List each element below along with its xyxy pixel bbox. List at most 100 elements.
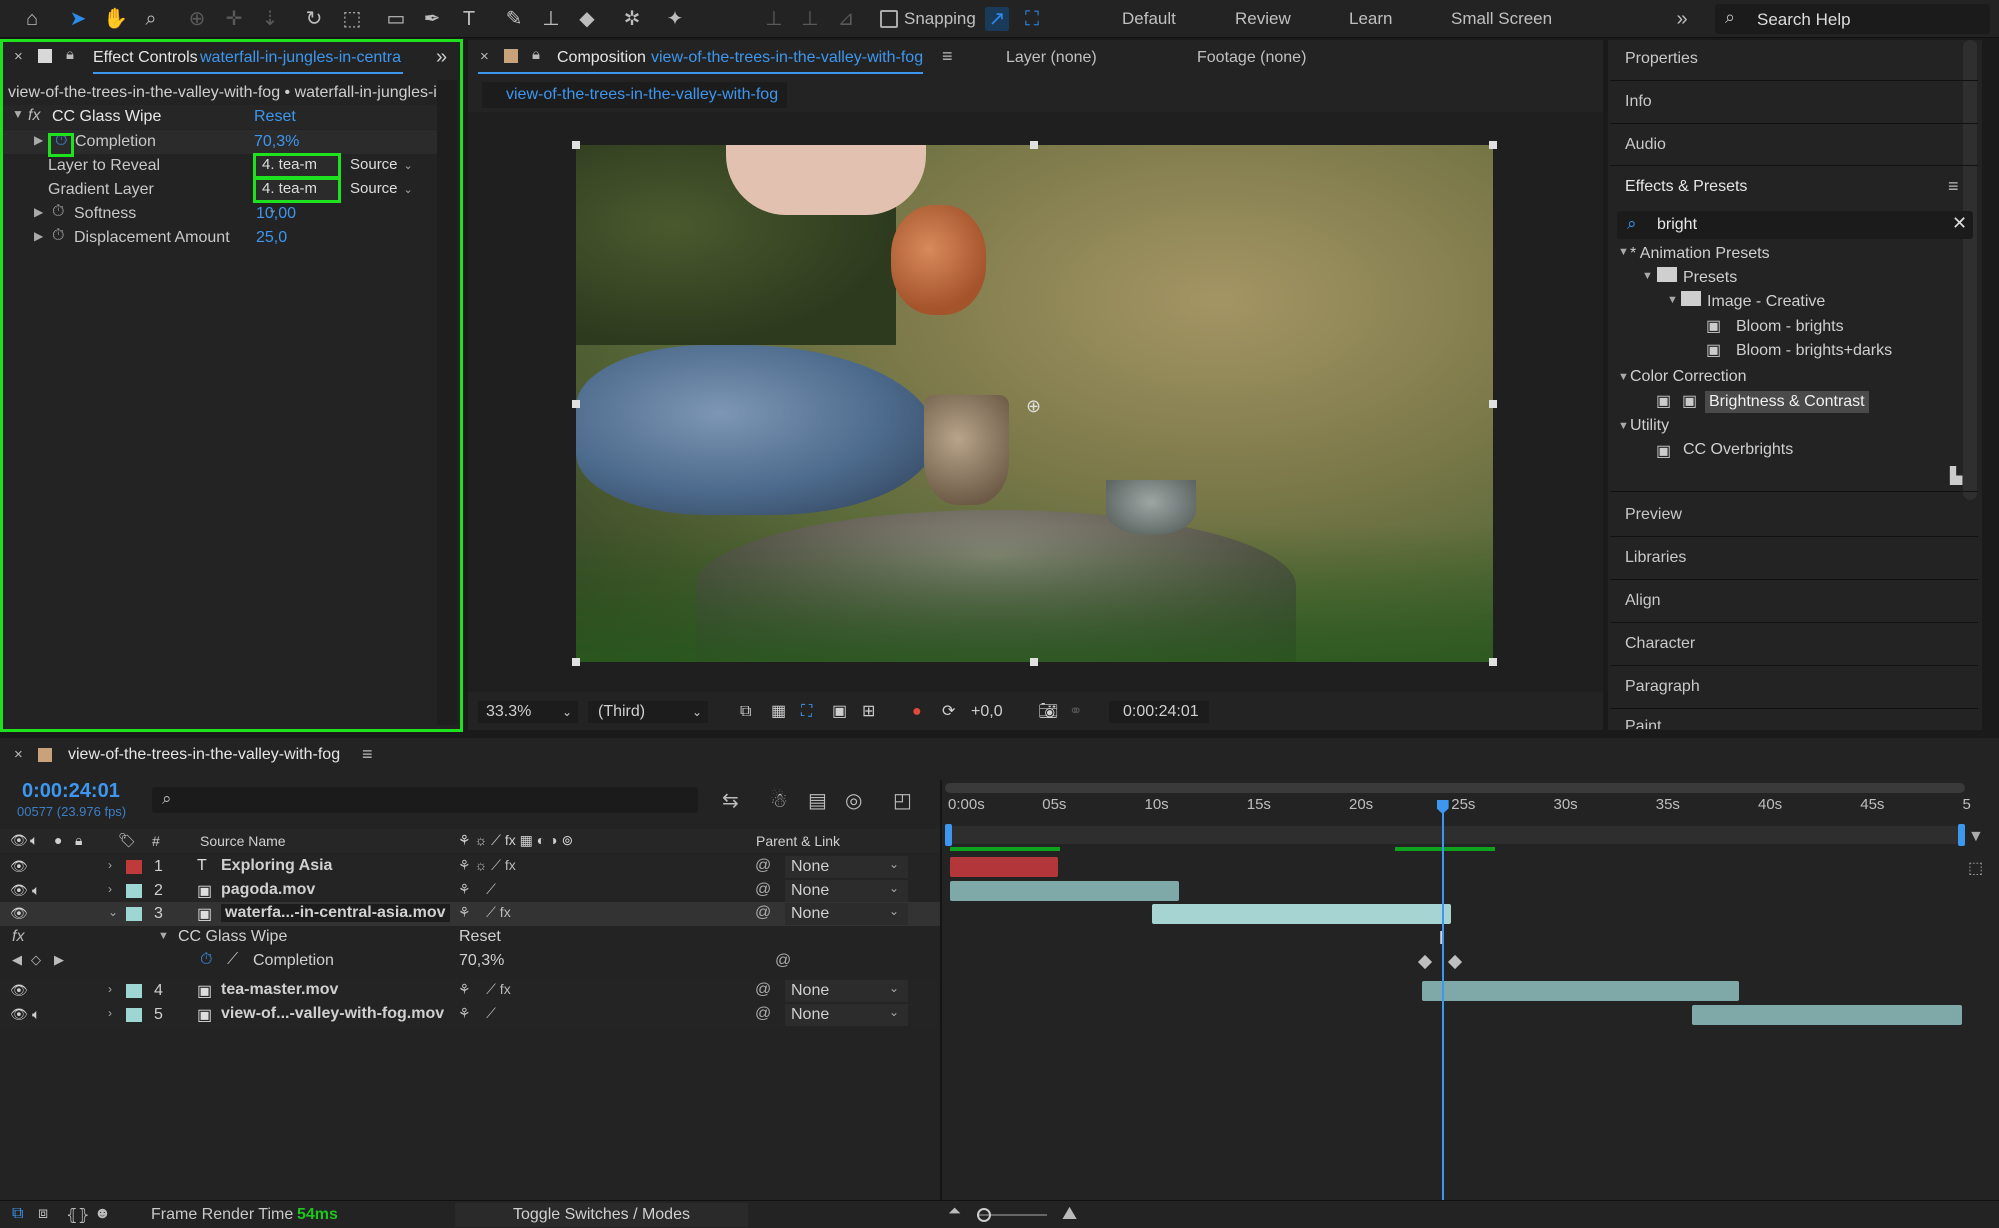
chevron-down-icon[interactable]: ▼ bbox=[1642, 270, 1653, 282]
parent-pickwhip-icon[interactable]: @ bbox=[755, 981, 771, 999]
tree-color-correction[interactable]: Color Correction bbox=[1630, 368, 1746, 386]
parent-pickwhip-icon[interactable]: @ bbox=[755, 904, 771, 922]
dolly-camera-icon[interactable]: ⇣ bbox=[258, 7, 282, 31]
transform-handle[interactable] bbox=[1489, 141, 1497, 149]
users-toggle-icon[interactable]: ☻ bbox=[94, 1205, 111, 1223]
layer-duration-bar[interactable] bbox=[1152, 904, 1452, 924]
lock-icon[interactable]: 🔒︎ bbox=[532, 46, 540, 63]
layer-switches[interactable]: ⚘ ⟋ bbox=[458, 1005, 496, 1022]
transform-handle[interactable] bbox=[1030, 141, 1038, 149]
graph-icon[interactable]: ⟋ bbox=[227, 951, 238, 969]
rotate-tool-icon[interactable]: ↻ bbox=[302, 7, 326, 31]
toggle-switches-modes-button[interactable]: Toggle Switches / Modes bbox=[455, 1203, 748, 1227]
rectangle-tool-icon[interactable]: ▭ bbox=[384, 7, 408, 31]
timeline-layer-row[interactable]: 👁︎ ⌄ 3 ▣ waterfa...-in-central-asia.mov ⚘ ⟋ f… bbox=[0, 902, 940, 926]
layer-switches[interactable]: ⚘ ⟋ fx bbox=[458, 981, 511, 998]
clear-search-icon[interactable]: ✕ bbox=[1952, 213, 1967, 234]
label-color-swatch[interactable] bbox=[126, 984, 142, 998]
anchor-point-icon[interactable]: ⊕ bbox=[1026, 396, 1041, 417]
add-keyframe-icon[interactable]: ◇ bbox=[31, 952, 41, 968]
marker-icon[interactable]: ▼ bbox=[1968, 828, 1984, 846]
transform-handle[interactable] bbox=[572, 141, 580, 149]
chevron-right-icon[interactable]: › bbox=[108, 982, 112, 996]
eraser-tool-icon[interactable]: ◆ bbox=[575, 7, 599, 31]
pen-tool-icon[interactable]: ✒ bbox=[420, 7, 444, 31]
eye-header-icon[interactable]: 👁︎ bbox=[10, 832, 28, 849]
next-keyframe-icon[interactable]: ▶ bbox=[54, 952, 64, 968]
orbit-camera-icon[interactable]: ⊕ bbox=[185, 7, 209, 31]
layer-switches[interactable]: ⚘ ⟋ fx bbox=[458, 904, 511, 921]
layer-name[interactable]: tea-master.mov bbox=[221, 981, 338, 999]
align-axis-icon[interactable]: ⊥ bbox=[762, 7, 786, 31]
brush-tool-icon[interactable]: ✎ bbox=[502, 7, 526, 31]
chevron-down-icon[interactable]: ▼ bbox=[1618, 420, 1629, 432]
label-header-icon[interactable]: 🏷︎ bbox=[118, 832, 136, 849]
zoom-out-icon[interactable]: ⏶ bbox=[948, 1203, 961, 1221]
libraries-panel-tab[interactable]: Libraries bbox=[1625, 549, 1686, 567]
comp-subtab[interactable]: view-of-the-trees-in-the-valley-with-fog bbox=[482, 82, 787, 108]
snapshot-icon[interactable]: 📷︎ bbox=[1038, 701, 1058, 723]
selection-tool-icon[interactable]: ➤ bbox=[66, 7, 90, 31]
timeline-layer-row[interactable]: 👁︎ 🔈︎ › 5 ▣ view-of...-valley-with-fog.mov ⚘ ⟋… bbox=[0, 1003, 940, 1027]
footage-tab[interactable]: Footage (none) bbox=[1197, 49, 1306, 67]
timeline-layer-row[interactable]: 👁︎ 🔈︎ › 2 ▣ pagoda.mov ⚘ ⟋ @ None ⌄ bbox=[0, 879, 940, 903]
visibility-eye-icon[interactable]: 👁︎ bbox=[10, 1006, 28, 1023]
audio-icon[interactable]: 🔈︎ bbox=[32, 882, 40, 899]
transform-handle[interactable] bbox=[1489, 400, 1497, 408]
paragraph-panel-tab[interactable]: Paragraph bbox=[1625, 678, 1700, 696]
work-area-start-handle[interactable] bbox=[945, 824, 952, 846]
mask-visibility-icon[interactable]: ⛶ bbox=[801, 701, 812, 723]
composition-tab-label[interactable]: Composition bbox=[557, 49, 646, 67]
timeline-effect-reset[interactable]: Reset bbox=[459, 928, 501, 946]
zoom-dropdown[interactable]: 33.3% ⌄ bbox=[478, 701, 578, 723]
search-help-field[interactable]: ⌕ Search Help bbox=[1715, 4, 1990, 34]
visibility-eye-icon[interactable]: 👁︎ bbox=[10, 882, 28, 899]
audio-panel-tab[interactable]: Audio bbox=[1625, 136, 1666, 154]
hand-tool-icon[interactable]: ✋ bbox=[103, 7, 128, 31]
pan-behind-tool-icon[interactable]: ⬚ bbox=[340, 7, 364, 31]
tree-brightness-contrast-selected[interactable]: Brightness & Contrast bbox=[1705, 391, 1869, 413]
timeline-timecode[interactable]: 0:00:24:01 bbox=[22, 780, 120, 803]
graph-editor-icon[interactable]: ◰ bbox=[893, 788, 912, 813]
tree-bloom-brights-darks[interactable]: Bloom - brights+darks bbox=[1736, 342, 1892, 360]
workspace-default[interactable]: Default bbox=[1122, 9, 1176, 29]
layer-name[interactable]: Exploring Asia bbox=[221, 857, 332, 875]
lock-header-icon[interactable]: 🔒︎ bbox=[75, 832, 82, 849]
grid-guides-icon[interactable]: ⊞ bbox=[862, 701, 875, 723]
timeline-search-field[interactable]: ⌕ bbox=[152, 787, 698, 813]
home-icon[interactable]: ⌂ bbox=[20, 7, 44, 31]
layer-name[interactable]: pagoda.mov bbox=[221, 881, 315, 899]
tree-animation-presets[interactable]: * Animation Presets bbox=[1630, 245, 1770, 263]
label-color-swatch[interactable] bbox=[126, 907, 142, 921]
preview-panel-tab[interactable]: Preview bbox=[1625, 506, 1682, 524]
label-color-swatch[interactable] bbox=[126, 884, 142, 898]
parent-pickwhip-icon[interactable]: @ bbox=[755, 1005, 771, 1023]
prev-keyframe-icon[interactable]: ◀ bbox=[12, 952, 22, 968]
timeline-layer-row[interactable]: 👁︎ › 4 ▣ tea-master.mov ⚘ ⟋ fx @ None ⌄ bbox=[0, 979, 940, 1003]
composition-tab-name[interactable]: view-of-the-trees-in-the-valley-with-fog bbox=[651, 49, 923, 67]
transform-handle[interactable] bbox=[572, 400, 580, 408]
flowchart-toggle-icon[interactable]: ⧈ bbox=[38, 1205, 48, 1223]
channel-icon[interactable]: ● bbox=[912, 701, 922, 723]
layer-name[interactable]: view-of...-valley-with-fog.mov bbox=[221, 1005, 444, 1023]
world-axis-icon[interactable]: ⊥ bbox=[798, 7, 822, 31]
label-color-swatch[interactable] bbox=[126, 860, 142, 874]
parent-dropdown[interactable]: None ⌄ bbox=[785, 903, 908, 925]
layer-name[interactable]: waterfa...-in-central-asia.mov bbox=[221, 904, 450, 922]
expression-pickwhip-icon[interactable]: @ bbox=[775, 952, 791, 970]
paint-panel-tab[interactable]: Paint bbox=[1625, 718, 1661, 729]
chevron-down-icon[interactable]: ▼ bbox=[1618, 371, 1629, 383]
visibility-eye-icon[interactable]: 👁︎ bbox=[10, 858, 28, 875]
transform-handle[interactable] bbox=[1489, 658, 1497, 666]
panel-menu-icon[interactable]: ≡ bbox=[942, 46, 953, 67]
chevron-down-icon[interactable]: ▼ bbox=[1667, 294, 1678, 306]
solo-header-icon[interactable]: ● bbox=[54, 832, 62, 848]
chevron-right-icon[interactable]: › bbox=[108, 858, 112, 872]
viewer-timecode[interactable]: 0:00:24:01 bbox=[1109, 701, 1209, 723]
composition-flowchart-icon[interactable]: ⇆ bbox=[722, 788, 739, 813]
parent-dropdown[interactable]: None ⌄ bbox=[785, 856, 908, 878]
transparency-grid-icon[interactable]: ▦ bbox=[771, 701, 786, 723]
layer-duration-bar[interactable] bbox=[1692, 1005, 1962, 1025]
effects-presets-title[interactable]: Effects & Presets bbox=[1625, 178, 1747, 196]
stopwatch-icon[interactable]: ⏱ bbox=[200, 951, 212, 969]
